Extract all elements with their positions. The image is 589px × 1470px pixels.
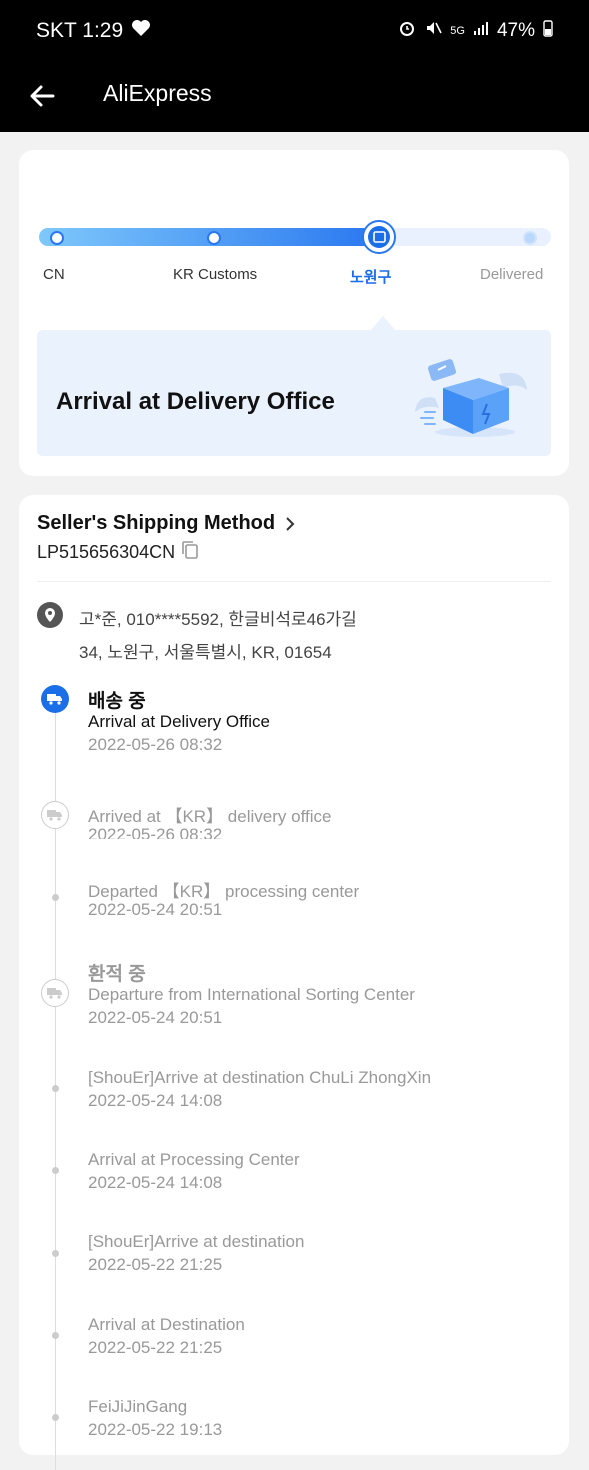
step-label-delivered: Delivered (480, 266, 544, 283)
timeline-dot (52, 1167, 59, 1174)
alarm-icon (398, 19, 416, 43)
step-dot-kr-customs (207, 231, 221, 245)
step-label-kr-customs: KR Customs (173, 266, 258, 283)
back-arrow-icon (30, 85, 55, 107)
timeline-dot (52, 1250, 59, 1257)
timeline-time: 2022-05-22 21:25 (88, 1255, 223, 1274)
shipping-method-title: Seller's Shipping Method (37, 512, 276, 534)
battery-icon (543, 19, 553, 43)
arrival-banner: Arrival at Delivery Office (37, 330, 551, 456)
timeline-dot (52, 894, 59, 901)
step-dot-cn (50, 231, 64, 245)
copy-icon (182, 541, 198, 559)
timeline-desc: [ShouEr]Arrive at destination (88, 1232, 305, 1251)
timeline-desc: Departed 【KR】 processing center (88, 882, 360, 901)
timeline-desc: Arrival at Processing Center (88, 1150, 300, 1169)
tracking-number: LP515656304CN (37, 542, 176, 562)
timeline-time: 2022-05-26 08:32 (88, 825, 223, 839)
timeline-heading: 환적 중 (88, 964, 146, 985)
timeline-time: 2022-05-26 08:32 (88, 735, 223, 754)
signal-icon (473, 20, 489, 42)
timeline-time: 2022-05-22 19:13 (88, 1420, 223, 1439)
timeline-desc: Arrival at Destination (88, 1315, 245, 1334)
timeline-desc: [ShouEr]Arrive at destination ChuLi Zhon… (88, 1068, 432, 1087)
heart-icon (131, 19, 151, 43)
status-bar: SKT 1:29 5G 47% (0, 0, 589, 62)
shipping-method-link[interactable]: Seller's Shipping Method (37, 512, 295, 535)
status-left: SKT 1:29 (36, 19, 151, 43)
battery-percent: 47% (496, 20, 535, 41)
location-pin-icon (37, 602, 63, 628)
timeline-time: 2022-05-24 14:08 (88, 1173, 223, 1192)
progress-track (39, 220, 551, 254)
progress-card: CN KR Customs 노원구 Delivered Arrival at D… (19, 150, 569, 476)
step-label-cn: CN (43, 266, 65, 283)
timeline-time: 2022-05-24 20:51 (88, 1008, 223, 1027)
timeline-time: 2022-05-22 21:25 (88, 1338, 223, 1357)
back-button[interactable] (22, 76, 62, 116)
truck-icon (41, 685, 69, 713)
step-dot-delivered (523, 231, 537, 245)
copy-button[interactable] (181, 540, 199, 565)
timeline-desc: Departure from International Sorting Cen… (88, 985, 415, 1004)
timeline-desc: FeiJiJinGang (88, 1397, 188, 1416)
network-icon: 5G (450, 25, 465, 37)
parcel-box-icon (415, 359, 527, 437)
timeline-dot (52, 1085, 59, 1092)
shipping-card: Seller's Shipping Method LP515656304CN 고… (19, 495, 569, 1470)
tracking-number-row: LP515656304CN (37, 540, 199, 565)
current-step-node (362, 220, 396, 254)
timeline-heading: 배송 중 (88, 691, 146, 712)
status-right: 5G 47% (398, 19, 553, 43)
step-label-current: 노원구 (350, 269, 392, 286)
address-line-1: 고*준, 010****5592, 한글비석로46가길 (79, 610, 357, 629)
carrier-time: SKT 1:29 (36, 19, 124, 42)
timeline-time: 2022-05-24 14:08 (88, 1091, 223, 1110)
timeline-desc: Arrival at Delivery Office (88, 712, 271, 731)
address-line-2: 34, 노원구, 서울특별시, KR, 01654 (79, 643, 332, 662)
timeline-dot (52, 1414, 59, 1421)
app-bar: AliExpress (0, 62, 589, 132)
parcel-box-icon (372, 231, 386, 243)
timeline-dot (52, 1332, 59, 1339)
arrival-status-text: Arrival at Delivery Office (56, 388, 335, 415)
truck-icon (41, 979, 69, 1007)
chevron-right-icon (286, 516, 295, 531)
section-divider (37, 581, 551, 582)
timeline-time: 2022-05-24 20:51 (88, 900, 223, 919)
app-title: AliExpress (103, 80, 212, 106)
arrival-pointer (371, 316, 395, 330)
truck-icon (41, 801, 69, 829)
mute-icon (424, 19, 442, 43)
timeline-desc: Arrived at 【KR】 delivery office (88, 807, 332, 826)
